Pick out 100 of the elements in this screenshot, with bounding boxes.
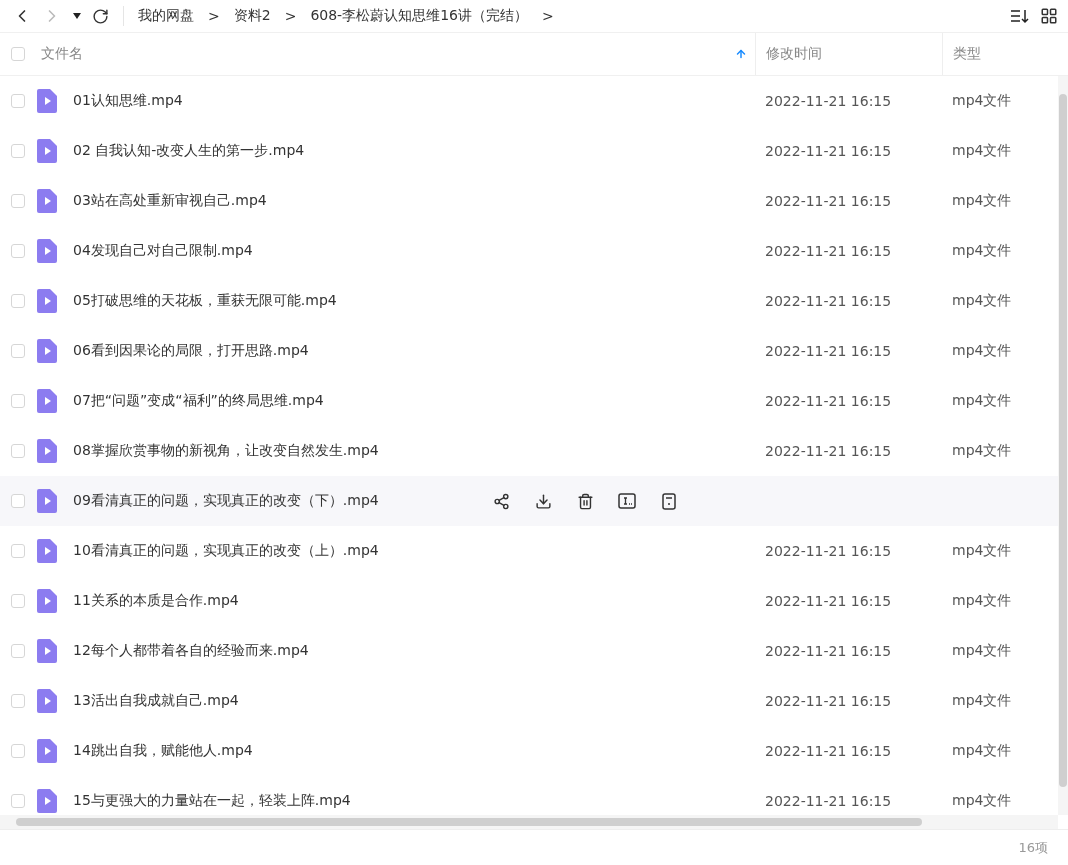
- modified-time: 2022-11-21 16:15: [764, 593, 893, 609]
- caret-icon: [72, 12, 82, 20]
- share-icon: [492, 492, 510, 510]
- sort-order-icon: [1010, 8, 1030, 24]
- row-checkbox[interactable]: [11, 344, 25, 358]
- refresh-button[interactable]: [92, 7, 109, 25]
- video-file-icon: [37, 589, 57, 613]
- file-name[interactable]: 13活出自我成就自己.mp4: [73, 692, 239, 710]
- item-count: 16项: [1018, 838, 1048, 857]
- video-file-icon: [37, 789, 57, 813]
- file-type: mp4文件: [951, 242, 1013, 260]
- refresh-icon: [92, 7, 109, 25]
- file-type: mp4文件: [951, 642, 1013, 660]
- horizontal-scrollbar[interactable]: [0, 815, 1058, 829]
- video-file-icon: [37, 389, 57, 413]
- file-name[interactable]: 01认知思维.mp4: [73, 92, 183, 110]
- row-checkbox[interactable]: [11, 594, 25, 608]
- trash-icon: [576, 492, 594, 510]
- row-checkbox[interactable]: [11, 644, 25, 658]
- file-name[interactable]: 09看清真正的问题，实现真正的改变（下）.mp4: [73, 492, 379, 510]
- video-file-icon: [37, 289, 57, 313]
- video-file-icon: [37, 189, 57, 213]
- file-type: mp4文件: [951, 192, 1013, 210]
- file-name[interactable]: 07把“问题”变成“福利”的终局思维.mp4: [73, 392, 324, 410]
- modified-time: 2022-11-21 16:15: [764, 543, 893, 559]
- row-checkbox[interactable]: [11, 144, 25, 158]
- vertical-scrollbar[interactable]: [1058, 76, 1068, 815]
- breadcrumb-link[interactable]: 608-李松蔚认知思维16讲（完结）: [310, 7, 528, 25]
- file-name[interactable]: 02 自我认知-改变人生的第一步.mp4: [73, 142, 305, 160]
- video-file-icon: [37, 639, 57, 663]
- row-checkbox[interactable]: [11, 244, 25, 258]
- file-name[interactable]: 11关系的本质是合作.mp4: [73, 592, 239, 610]
- history-dropdown-button[interactable]: [72, 12, 82, 20]
- grid-icon: [1040, 7, 1058, 25]
- video-file-icon: [37, 439, 57, 463]
- row-checkbox[interactable]: [11, 294, 25, 308]
- breadcrumb-separator: >: [208, 8, 220, 24]
- file-name[interactable]: 04发现自己对自己限制.mp4: [73, 242, 253, 260]
- sort-button[interactable]: [1010, 8, 1030, 24]
- column-header[interactable]: 类型: [953, 45, 981, 63]
- breadcrumb-link[interactable]: 资料2: [233, 7, 271, 25]
- row-checkbox[interactable]: [11, 794, 25, 808]
- video-file-icon: [37, 89, 57, 113]
- row-checkbox[interactable]: [11, 94, 25, 108]
- modified-time: 2022-11-21 16:15: [764, 443, 893, 459]
- video-file-icon: [37, 689, 57, 713]
- file-name[interactable]: 08掌握欣赏事物的新视角，让改变自然发生.mp4: [73, 442, 379, 460]
- file-name[interactable]: 12每个人都带着各自的经验而来.mp4: [73, 642, 309, 660]
- modified-time: 2022-11-21 16:15: [764, 243, 893, 259]
- row-checkbox[interactable]: [11, 394, 25, 408]
- file-type: mp4文件: [951, 292, 1013, 310]
- select-all-checkbox[interactable]: [11, 47, 25, 61]
- video-file-icon: [37, 489, 57, 513]
- row-checkbox[interactable]: [11, 744, 25, 758]
- modified-time: 2022-11-21 16:15: [764, 293, 893, 309]
- modified-time: 2022-11-21 16:15: [764, 643, 893, 659]
- file-name[interactable]: 14跳出自我，赋能他人.mp4: [73, 742, 253, 760]
- modified-time: 2022-11-21 16:15: [764, 793, 893, 809]
- file-type: mp4文件: [951, 92, 1013, 110]
- row-checkbox[interactable]: [11, 194, 25, 208]
- video-file-icon: [37, 339, 57, 363]
- file-type: mp4文件: [951, 592, 1013, 610]
- file-name[interactable]: 03站在高处重新审视自己.mp4: [73, 192, 267, 210]
- modified-time: 2022-11-21 16:15: [764, 93, 893, 109]
- column-header[interactable]: 文件名: [41, 45, 83, 63]
- row-checkbox[interactable]: [11, 694, 25, 708]
- row-checkbox[interactable]: [11, 444, 25, 458]
- file-type: mp4文件: [951, 692, 1013, 710]
- file-type: mp4文件: [951, 542, 1013, 560]
- file-type: mp4文件: [951, 442, 1013, 460]
- hovered-file-row[interactable]: 09看清真正的问题，实现真正的改变（下）.mp4: [0, 476, 1058, 526]
- file-type: mp4文件: [951, 792, 1013, 810]
- video-file-icon: [37, 739, 57, 763]
- breadcrumb-separator: >: [284, 8, 297, 24]
- grid-view-button[interactable]: [1040, 7, 1058, 25]
- file-name[interactable]: 05打破思维的天花板，重获无限可能.mp4: [73, 292, 337, 310]
- document-icon: [662, 492, 676, 510]
- file-type: mp4文件: [951, 342, 1013, 360]
- modified-time: 2022-11-21 16:15: [764, 143, 893, 159]
- video-file-icon: [37, 239, 57, 263]
- file-name[interactable]: 10看清真正的问题，实现真正的改变（上）.mp4: [73, 542, 379, 560]
- file-type: mp4文件: [951, 742, 1013, 760]
- breadcrumb-link[interactable]: 我的网盘: [138, 7, 194, 25]
- modified-time: 2022-11-21 16:15: [764, 743, 893, 759]
- file-name[interactable]: 15与更强大的力量站在一起，轻装上阵.mp4: [73, 792, 351, 810]
- file-type: mp4文件: [951, 142, 1013, 160]
- video-file-icon: [37, 539, 57, 563]
- modified-time: 2022-11-21 16:15: [764, 693, 893, 709]
- rename-icon: [618, 493, 636, 509]
- modified-time: 2022-11-21 16:15: [764, 393, 893, 409]
- video-file-icon: [37, 139, 57, 163]
- modified-time: 2022-11-21 16:15: [764, 343, 893, 359]
- modified-time: 2022-11-21 16:15: [764, 193, 893, 209]
- file-name[interactable]: 06看到因果论的局限，打开思路.mp4: [73, 342, 309, 360]
- breadcrumb-separator: >: [542, 8, 554, 24]
- download-icon: [534, 492, 552, 510]
- row-checkbox[interactable]: [11, 544, 25, 558]
- file-type: mp4文件: [951, 392, 1013, 410]
- row-checkbox[interactable]: [11, 494, 25, 508]
- column-header[interactable]: 修改时间: [766, 45, 822, 63]
